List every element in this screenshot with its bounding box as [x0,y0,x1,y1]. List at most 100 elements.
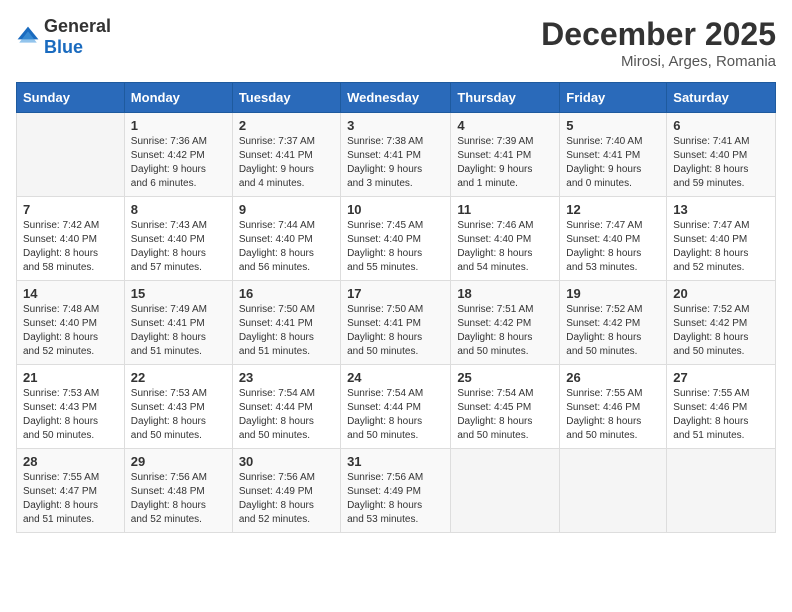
day-info: Sunrise: 7:55 AM Sunset: 4:47 PM Dayligh… [23,471,118,527]
day-info: Sunrise: 7:45 AM Sunset: 4:40 PM Dayligh… [347,219,444,275]
calendar-cell [560,449,667,533]
calendar-cell: 18 Sunrise: 7:51 AM Sunset: 4:42 PM Dayli… [451,281,560,365]
logo-icon [16,25,40,49]
calendar-cell: 1Sunrise: 7:36 AM Sunset: 4:42 PM Daylig… [124,113,232,197]
day-number: 6 [673,118,769,133]
weekday-header-friday: Friday [560,83,667,113]
day-number: 12 [566,202,660,217]
day-info: Sunrise: 7:54 AM Sunset: 4:45 PM Dayligh… [457,387,553,443]
calendar-cell: 13 Sunrise: 7:47 AM Sunset: 4:40 PM Dayli… [667,197,776,281]
day-info: Sunrise: 7:56 AM Sunset: 4:49 PM Dayligh… [239,471,334,527]
day-info: Sunrise: 7:47 AM Sunset: 4:40 PM Dayligh… [566,219,660,275]
weekday-header-sunday: Sunday [17,83,125,113]
day-info: Sunrise: 7:55 AM Sunset: 4:46 PM Dayligh… [566,387,660,443]
day-number: 23 [239,370,334,385]
day-info: Sunrise: 7:39 AM Sunset: 4:41 PM Dayligh… [457,135,553,191]
calendar-week-1: 1Sunrise: 7:36 AM Sunset: 4:42 PM Daylig… [17,113,776,197]
month-title: December 2025 [541,16,776,53]
day-number: 11 [457,202,553,217]
day-info: Sunrise: 7:50 AM Sunset: 4:41 PM Dayligh… [347,303,444,359]
day-number: 31 [347,454,444,469]
logo-general: General [44,16,111,36]
day-number: 1 [131,118,226,133]
day-number: 4 [457,118,553,133]
day-number: 3 [347,118,444,133]
calendar-cell: 22 Sunrise: 7:53 AM Sunset: 4:43 PM Dayli… [124,365,232,449]
calendar-cell: 2 Sunrise: 7:37 AM Sunset: 4:41 PM Daylig… [232,113,340,197]
day-number: 16 [239,286,334,301]
logo: General Blue [16,16,111,58]
page-header: General Blue December 2025 Mirosi, Arges… [16,16,776,70]
calendar-cell [17,113,125,197]
day-info: Sunrise: 7:50 AM Sunset: 4:41 PM Dayligh… [239,303,334,359]
day-info: Sunrise: 7:47 AM Sunset: 4:40 PM Dayligh… [673,219,769,275]
day-number: 13 [673,202,769,217]
day-number: 2 [239,118,334,133]
calendar-cell: 10Sunrise: 7:45 AM Sunset: 4:40 PM Dayli… [341,197,451,281]
day-info: Sunrise: 7:53 AM Sunset: 4:43 PM Dayligh… [131,387,226,443]
day-info: Sunrise: 7:38 AM Sunset: 4:41 PM Dayligh… [347,135,444,191]
weekday-header-monday: Monday [124,83,232,113]
day-info: Sunrise: 7:46 AM Sunset: 4:40 PM Dayligh… [457,219,553,275]
day-number: 5 [566,118,660,133]
title-section: December 2025 Mirosi, Arges, Romania [541,16,776,70]
day-number: 9 [239,202,334,217]
day-number: 24 [347,370,444,385]
calendar-cell: 3 Sunrise: 7:38 AM Sunset: 4:41 PM Daylig… [341,113,451,197]
day-number: 27 [673,370,769,385]
calendar-cell: 31 Sunrise: 7:56 AM Sunset: 4:49 PM Dayli… [341,449,451,533]
calendar-cell: 29 Sunrise: 7:56 AM Sunset: 4:48 PM Dayli… [124,449,232,533]
calendar-table: SundayMondayTuesdayWednesdayThursdayFrid… [16,82,776,533]
calendar-week-3: 14Sunrise: 7:48 AM Sunset: 4:40 PM Dayli… [17,281,776,365]
day-info: Sunrise: 7:48 AM Sunset: 4:40 PM Dayligh… [23,303,118,359]
day-info: Sunrise: 7:41 AM Sunset: 4:40 PM Dayligh… [673,135,769,191]
calendar-cell: 27 Sunrise: 7:55 AM Sunset: 4:46 PM Dayli… [667,365,776,449]
calendar-cell: 23 Sunrise: 7:54 AM Sunset: 4:44 PM Dayli… [232,365,340,449]
day-info: Sunrise: 7:55 AM Sunset: 4:46 PM Dayligh… [673,387,769,443]
calendar-cell: 9 Sunrise: 7:44 AM Sunset: 4:40 PM Daylig… [232,197,340,281]
calendar-cell: 28 Sunrise: 7:55 AM Sunset: 4:47 PM Dayli… [17,449,125,533]
day-number: 30 [239,454,334,469]
weekday-header-saturday: Saturday [667,83,776,113]
day-number: 25 [457,370,553,385]
day-info: Sunrise: 7:53 AM Sunset: 4:43 PM Dayligh… [23,387,118,443]
calendar-cell: 5 Sunrise: 7:40 AM Sunset: 4:41 PM Daylig… [560,113,667,197]
weekday-header-thursday: Thursday [451,83,560,113]
calendar-cell: 7Sunrise: 7:42 AM Sunset: 4:40 PM Daylig… [17,197,125,281]
day-info: Sunrise: 7:40 AM Sunset: 4:41 PM Dayligh… [566,135,660,191]
calendar-cell: 24Sunrise: 7:54 AM Sunset: 4:44 PM Dayli… [341,365,451,449]
day-number: 15 [131,286,226,301]
day-info: Sunrise: 7:51 AM Sunset: 4:42 PM Dayligh… [457,303,553,359]
day-number: 29 [131,454,226,469]
day-info: Sunrise: 7:52 AM Sunset: 4:42 PM Dayligh… [673,303,769,359]
day-info: Sunrise: 7:44 AM Sunset: 4:40 PM Dayligh… [239,219,334,275]
weekday-header-wednesday: Wednesday [341,83,451,113]
day-number: 18 [457,286,553,301]
calendar-cell: 6 Sunrise: 7:41 AM Sunset: 4:40 PM Daylig… [667,113,776,197]
calendar-cell [451,449,560,533]
day-number: 20 [673,286,769,301]
day-number: 17 [347,286,444,301]
calendar-cell: 30 Sunrise: 7:56 AM Sunset: 4:49 PM Dayli… [232,449,340,533]
calendar-cell: 17 Sunrise: 7:50 AM Sunset: 4:41 PM Dayli… [341,281,451,365]
calendar-week-4: 21 Sunrise: 7:53 AM Sunset: 4:43 PM Dayli… [17,365,776,449]
day-number: 22 [131,370,226,385]
calendar-cell: 16 Sunrise: 7:50 AM Sunset: 4:41 PM Dayli… [232,281,340,365]
calendar-cell: 4 Sunrise: 7:39 AM Sunset: 4:41 PM Daylig… [451,113,560,197]
logo-text: General Blue [44,16,111,58]
day-info: Sunrise: 7:54 AM Sunset: 4:44 PM Dayligh… [239,387,334,443]
day-number: 28 [23,454,118,469]
day-number: 26 [566,370,660,385]
calendar-cell: 26 Sunrise: 7:55 AM Sunset: 4:46 PM Dayli… [560,365,667,449]
calendar-cell: 25 Sunrise: 7:54 AM Sunset: 4:45 PM Dayli… [451,365,560,449]
location: Mirosi, Arges, Romania [541,53,776,70]
day-info: Sunrise: 7:56 AM Sunset: 4:48 PM Dayligh… [131,471,226,527]
calendar-cell: 8Sunrise: 7:43 AM Sunset: 4:40 PM Daylig… [124,197,232,281]
calendar-cell: 11 Sunrise: 7:46 AM Sunset: 4:40 PM Dayli… [451,197,560,281]
day-number: 21 [23,370,118,385]
day-number: 8 [131,202,226,217]
day-info: Sunrise: 7:37 AM Sunset: 4:41 PM Dayligh… [239,135,334,191]
calendar-cell: 19Sunrise: 7:52 AM Sunset: 4:42 PM Dayli… [560,281,667,365]
day-info: Sunrise: 7:56 AM Sunset: 4:49 PM Dayligh… [347,471,444,527]
day-number: 7 [23,202,118,217]
